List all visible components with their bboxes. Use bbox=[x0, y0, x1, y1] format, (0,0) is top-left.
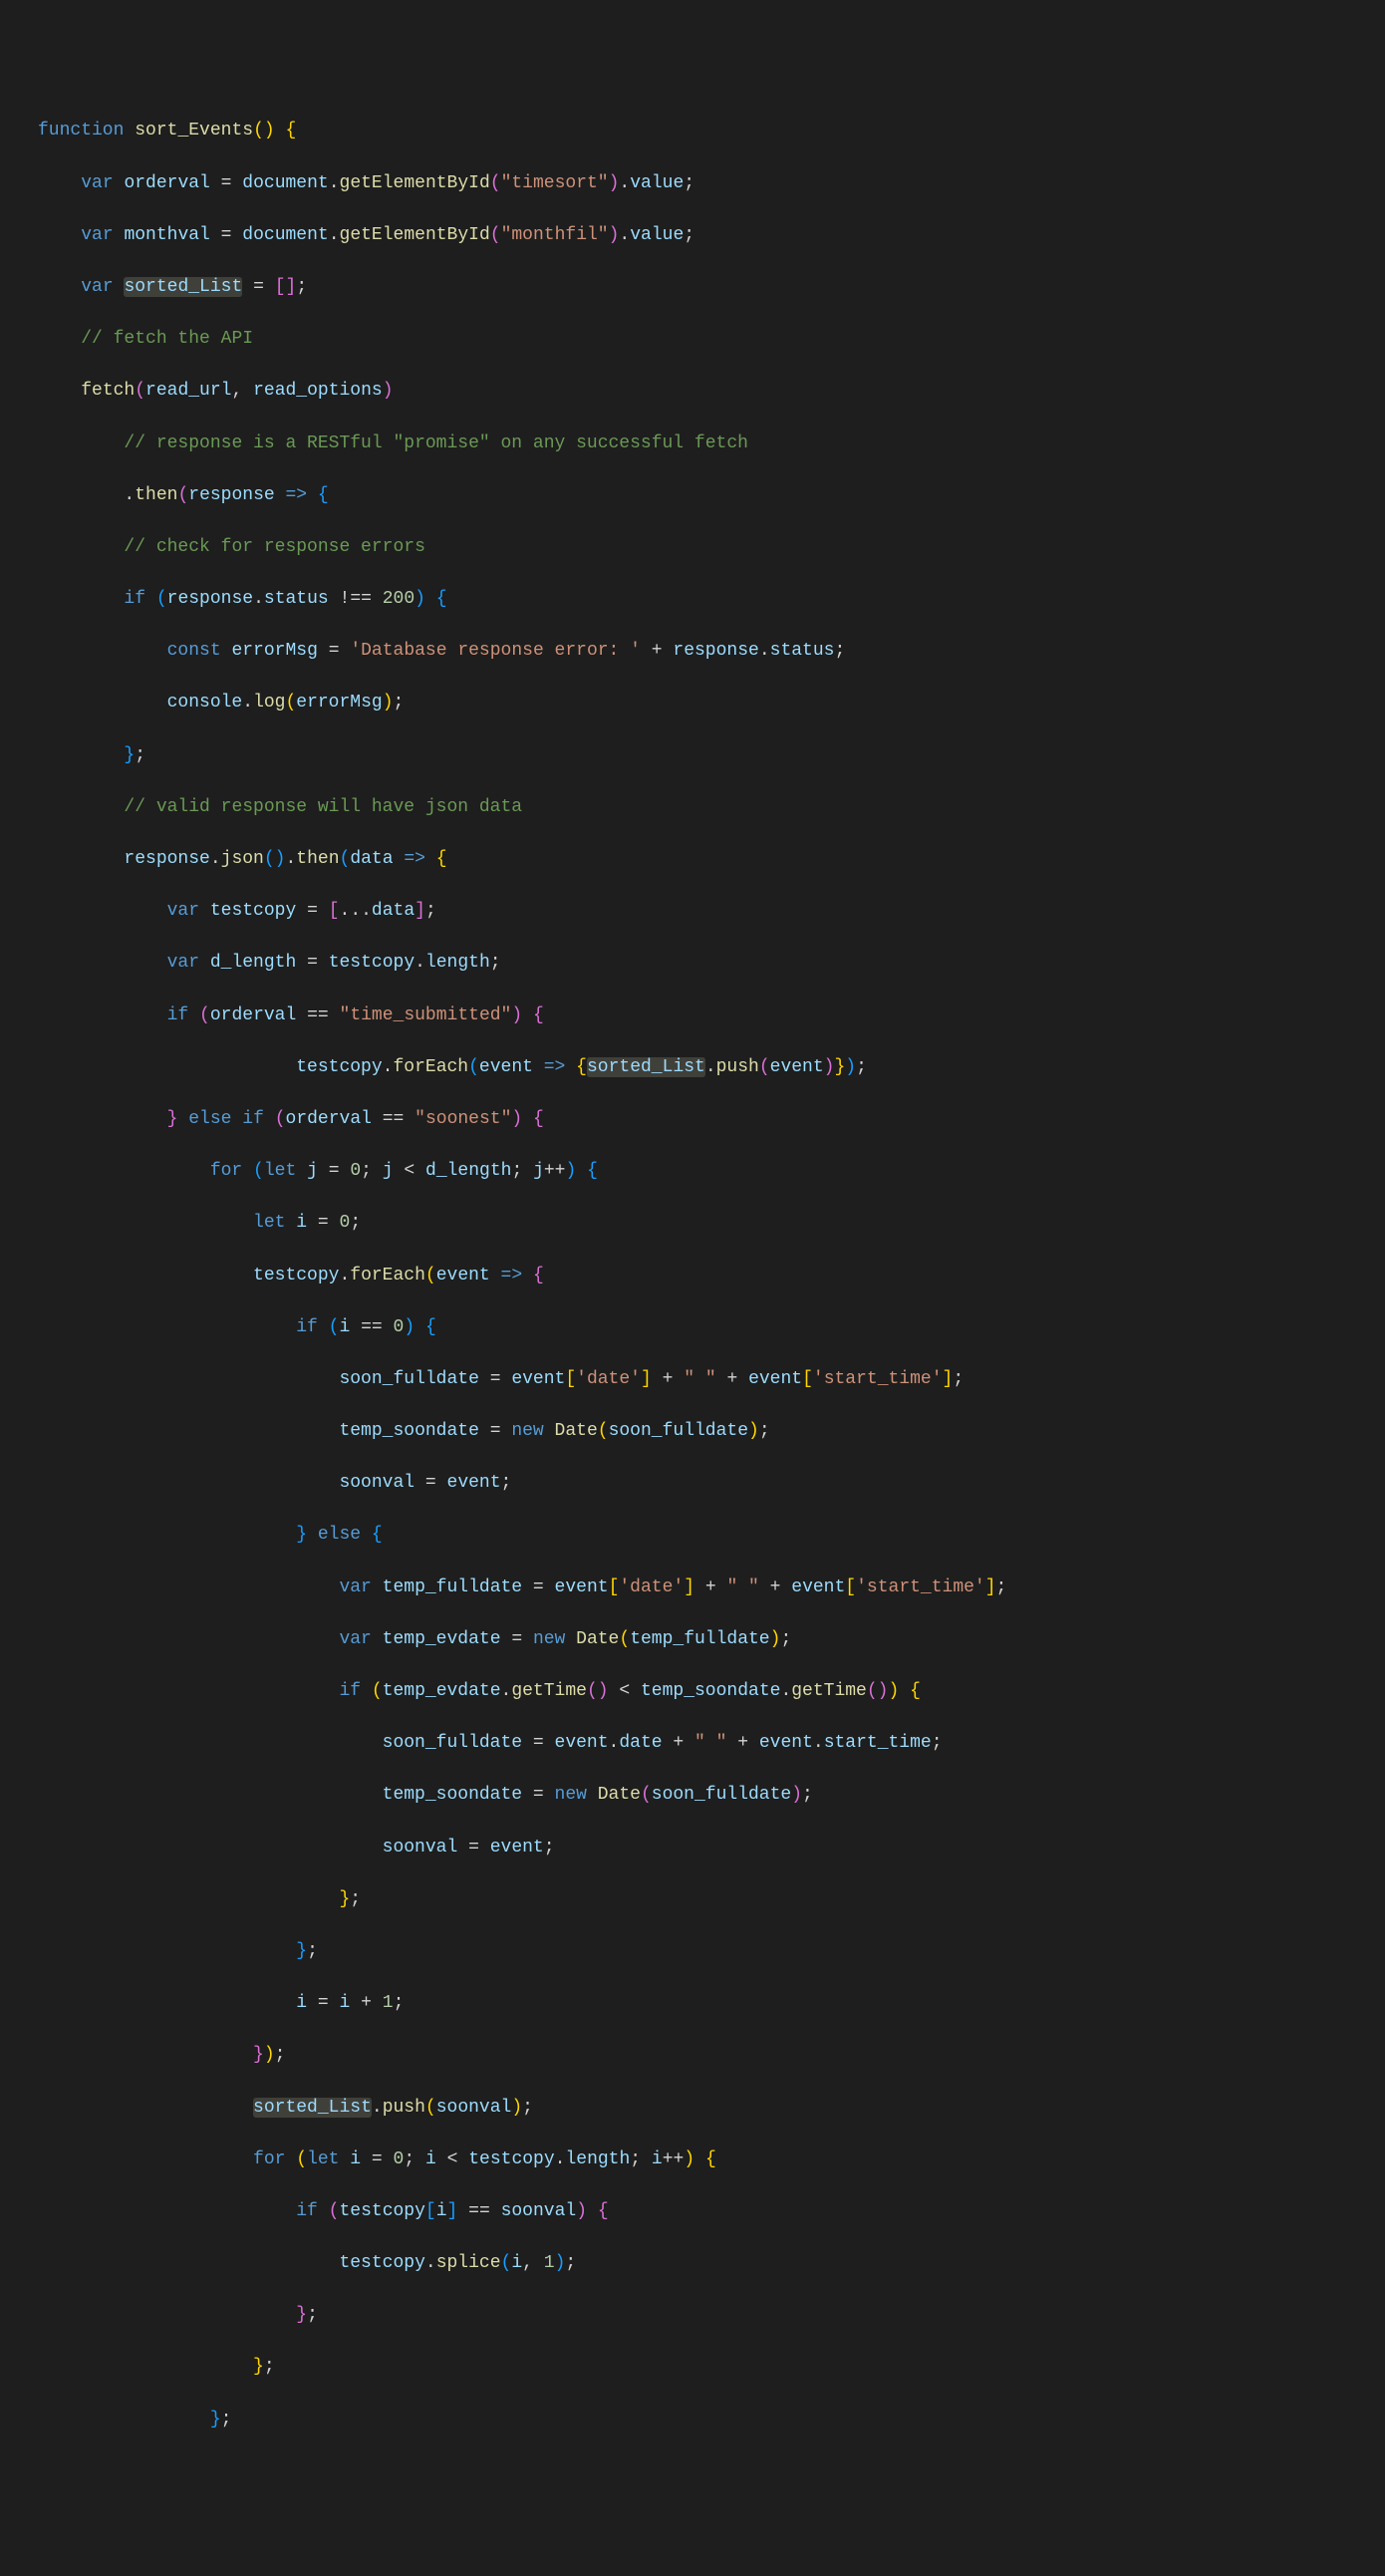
code-line: // check for response errors bbox=[20, 534, 1385, 560]
highlighted-var: sorted_List bbox=[253, 2098, 372, 2118]
code-line: var testcopy = [...data]; bbox=[20, 898, 1385, 924]
code-line: // response is a RESTful "promise" on an… bbox=[20, 430, 1385, 456]
code-line: } else { bbox=[20, 1522, 1385, 1548]
code-line: }); bbox=[20, 2042, 1385, 2068]
code-line: soonval = event; bbox=[20, 1835, 1385, 1860]
code-line: fetch(read_url, read_options) bbox=[20, 378, 1385, 404]
code-line: for (let i = 0; i < testcopy.length; i++… bbox=[20, 2147, 1385, 2172]
code-line: testcopy.splice(i, 1); bbox=[20, 2250, 1385, 2276]
code-line: temp_soondate = new Date(soon_fulldate); bbox=[20, 1418, 1385, 1444]
code-line: if (orderval == "time_submitted") { bbox=[20, 1002, 1385, 1028]
code-line: }; bbox=[20, 1938, 1385, 1964]
code-line: }; bbox=[20, 1886, 1385, 1912]
highlighted-var: sorted_List bbox=[587, 1057, 705, 1077]
code-line: }; bbox=[20, 2302, 1385, 2328]
code-line: for (let j = 0; j < d_length; j++) { bbox=[20, 1158, 1385, 1184]
code-line: const errorMsg = 'Database response erro… bbox=[20, 638, 1385, 664]
code-line: response.json().then(data => { bbox=[20, 846, 1385, 872]
code-line: if (response.status !== 200) { bbox=[20, 586, 1385, 612]
code-line: soonval = event; bbox=[20, 1470, 1385, 1496]
code-line: }; bbox=[20, 742, 1385, 768]
code-line: var sorted_List = []; bbox=[20, 274, 1385, 300]
highlighted-var: sorted_List bbox=[124, 277, 242, 297]
code-line: let i = 0; bbox=[20, 1210, 1385, 1236]
code-line: soon_fulldate = event['date'] + " " + ev… bbox=[20, 1366, 1385, 1392]
code-line: if (temp_evdate.getTime() < temp_soondat… bbox=[20, 1678, 1385, 1704]
code-line: // valid response will have json data bbox=[20, 794, 1385, 820]
code-line: function sort_Events() { bbox=[20, 118, 1385, 143]
code-line: temp_soondate = new Date(soon_fulldate); bbox=[20, 1782, 1385, 1808]
code-line: console.log(errorMsg); bbox=[20, 690, 1385, 716]
code-line: // fetch the API bbox=[20, 326, 1385, 352]
code-line: .then(response => { bbox=[20, 482, 1385, 508]
code-line: }; bbox=[20, 2354, 1385, 2380]
code-line: }; bbox=[20, 2407, 1385, 2433]
code-line: var d_length = testcopy.length; bbox=[20, 950, 1385, 976]
code-line: var monthval = document.getElementById("… bbox=[20, 222, 1385, 248]
code-line: } else if (orderval == "soonest") { bbox=[20, 1106, 1385, 1132]
code-line: testcopy.forEach(event => {sorted_List.p… bbox=[20, 1054, 1385, 1080]
code-line: i = i + 1; bbox=[20, 1990, 1385, 2016]
code-line: sorted_List.push(soonval); bbox=[20, 2095, 1385, 2121]
code-editor[interactable]: function sort_Events() { var orderval = … bbox=[20, 118, 1385, 2432]
code-line: var temp_evdate = new Date(temp_fulldate… bbox=[20, 1626, 1385, 1652]
code-line: var temp_fulldate = event['date'] + " " … bbox=[20, 1574, 1385, 1600]
code-line: if (i == 0) { bbox=[20, 1314, 1385, 1340]
code-line: testcopy.forEach(event => { bbox=[20, 1263, 1385, 1288]
code-line: var orderval = document.getElementById("… bbox=[20, 170, 1385, 196]
code-line: if (testcopy[i] == soonval) { bbox=[20, 2198, 1385, 2224]
code-line: soon_fulldate = event.date + " " + event… bbox=[20, 1730, 1385, 1756]
